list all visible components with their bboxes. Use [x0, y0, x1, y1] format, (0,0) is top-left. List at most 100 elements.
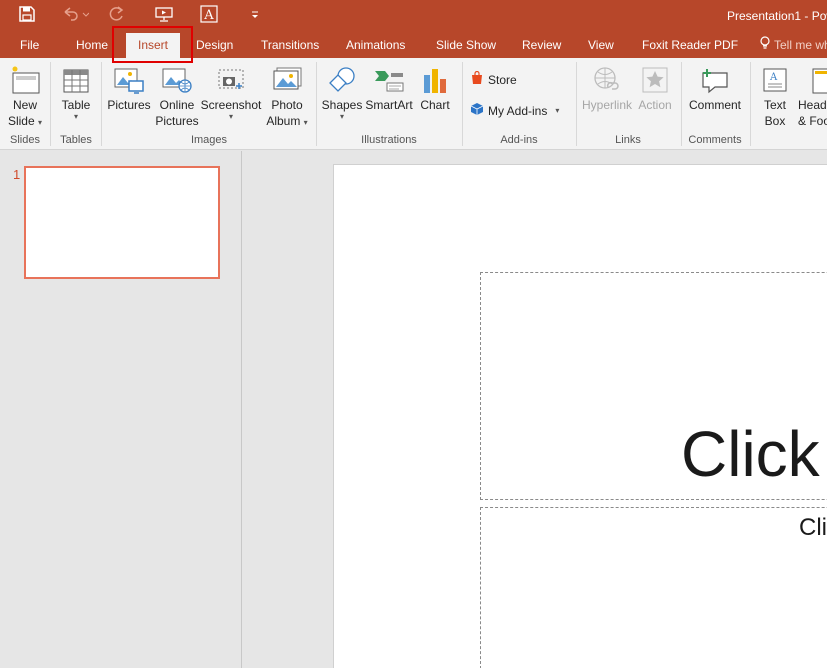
online-pictures-label-1: Online [159, 98, 195, 112]
group-divider [681, 62, 682, 146]
photo-album-label-row: Album ▾ [266, 113, 307, 129]
group-divider [462, 62, 463, 146]
tab-review[interactable]: Review [522, 32, 561, 58]
group-label-slides: Slides [10, 134, 40, 146]
text-box-label-1: Text [763, 98, 786, 112]
table-label: Table [61, 98, 91, 112]
title-placeholder-text: Click to add title [681, 418, 827, 490]
group-label-links: Links [615, 134, 641, 146]
tell-me-search[interactable]: Tell me what you want to do [760, 32, 827, 58]
slide-number: 1 [13, 167, 21, 182]
title-bar: A Presentation1 - PowerPoint [0, 0, 827, 32]
comment-icon [699, 63, 731, 97]
text-box-label-2: Box [764, 114, 786, 128]
smartart-label: SmartArt [365, 98, 413, 112]
customize-qat-button[interactable] [248, 4, 262, 28]
new-slide-label-row: Slide ▾ [8, 113, 42, 129]
comment-label: Comment [688, 98, 741, 112]
redo-button[interactable] [106, 4, 128, 28]
undo-icon [61, 6, 90, 27]
text-box-icon: A [759, 63, 791, 97]
photo-album-label-2: Album [266, 114, 301, 128]
smartart-button[interactable]: SmartArt [364, 63, 414, 113]
header-footer-button[interactable]: Header & Footer [798, 63, 827, 129]
action-button[interactable]: Action [634, 63, 676, 113]
table-button[interactable]: Table ▾ [56, 63, 96, 121]
store-button[interactable]: Store [470, 70, 517, 88]
chevron-down-icon: ▾ [303, 118, 308, 127]
group-divider [316, 62, 317, 146]
online-pictures-button[interactable]: Online Pictures [154, 63, 200, 129]
group-divider [576, 62, 577, 146]
pictures-button[interactable]: Pictures [106, 63, 152, 113]
slide-thumbnail[interactable] [24, 166, 220, 279]
hyperlink-icon [591, 63, 623, 97]
group-divider [50, 62, 51, 146]
photo-album-button[interactable]: Photo Album ▾ [264, 63, 310, 129]
add-ins-icon [470, 102, 484, 119]
group-label-add-ins: Add-ins [500, 134, 538, 146]
chevron-down-icon: ▾ [555, 105, 560, 115]
save-button[interactable] [16, 4, 38, 28]
wordart-button[interactable]: A [198, 4, 220, 28]
group-divider [101, 62, 102, 146]
new-slide-icon [9, 63, 41, 97]
tab-animations[interactable]: Animations [346, 32, 405, 58]
chevron-down-icon: ▾ [228, 112, 233, 121]
svg-text:A: A [203, 8, 214, 23]
online-pictures-icon [161, 63, 193, 97]
customize-qat-icon [250, 7, 260, 25]
action-icon [639, 63, 671, 97]
chart-icon [419, 63, 451, 97]
chart-button[interactable]: Chart [416, 63, 454, 113]
subtitle-placeholder-text: Click to add subtitle [799, 514, 827, 541]
slide-editor: Click to add title Click to add subtitle [243, 151, 827, 668]
lightbulb-icon [760, 33, 770, 58]
pictures-icon [113, 63, 145, 97]
my-add-ins-label: My Add-ins [488, 103, 548, 118]
chevron-down-icon: ▾ [73, 112, 78, 121]
undo-button[interactable] [58, 4, 92, 28]
store-icon [470, 70, 484, 88]
action-label: Action [638, 98, 672, 112]
document-title: Presentation1 - PowerPoint [727, 9, 827, 23]
start-from-beginning-icon [155, 6, 173, 27]
subtitle-placeholder[interactable]: Click to add subtitle [480, 507, 827, 668]
tab-home[interactable]: Home [76, 32, 108, 58]
shapes-icon [326, 63, 358, 97]
group-label-images: Images [190, 134, 228, 146]
title-placeholder[interactable]: Click to add title [480, 272, 827, 500]
svg-text:A: A [769, 72, 778, 83]
ribbon-insert: New Slide ▾ Slides Table ▾ Tables Pictur… [0, 58, 827, 150]
tab-transitions[interactable]: Transitions [261, 32, 319, 58]
hyperlink-button[interactable]: Hyperlink [580, 63, 634, 113]
screenshot-button[interactable]: Screenshot ▾ [201, 63, 261, 121]
hyperlink-label: Hyperlink [581, 98, 632, 112]
tab-design[interactable]: Design [196, 32, 233, 58]
start-from-beginning-button[interactable] [152, 4, 176, 28]
chart-label: Chart [420, 98, 450, 112]
slide-canvas[interactable]: Click to add title Click to add subtitle [333, 164, 827, 668]
shapes-label: Shapes [321, 98, 363, 112]
photo-album-icon [271, 63, 303, 97]
my-add-ins-button[interactable]: My Add-ins ▾ [470, 102, 559, 119]
photo-album-label-1: Photo [271, 98, 303, 112]
new-slide-button[interactable]: New Slide ▾ [6, 63, 44, 129]
slide-thumbnail-pane: 1 [0, 151, 242, 668]
new-slide-label-2: Slide [7, 114, 35, 128]
comment-button[interactable]: Comment [686, 63, 744, 113]
text-box-button[interactable]: A Text Box [756, 63, 794, 129]
tab-file[interactable]: File [20, 32, 39, 58]
store-label: Store [488, 72, 517, 87]
tab-view[interactable]: View [588, 32, 614, 58]
shapes-button[interactable]: Shapes ▾ [320, 63, 364, 121]
group-label-tables: Tables [60, 134, 92, 146]
group-divider [750, 62, 751, 146]
tab-insert[interactable]: Insert [126, 33, 181, 58]
smartart-icon [373, 63, 405, 97]
pictures-label: Pictures [107, 98, 151, 112]
online-pictures-label-2: Pictures [155, 114, 199, 128]
tab-foxit-reader-pdf[interactable]: Foxit Reader PDF [642, 32, 738, 58]
tab-slide-show[interactable]: Slide Show [436, 32, 496, 58]
ribbon-tabs: File Home Insert Design Transitions Anim… [0, 32, 827, 58]
